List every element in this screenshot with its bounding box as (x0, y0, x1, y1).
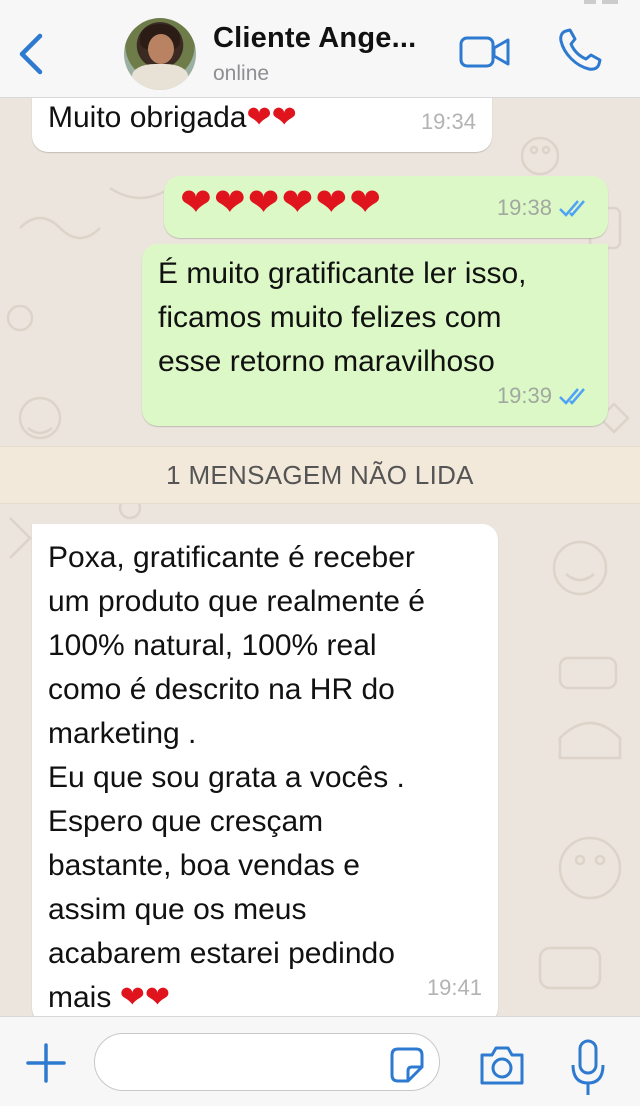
message-time: 19:34 (420, 109, 476, 134)
read-receipt-icon (559, 388, 585, 405)
contact-name[interactable]: Cliente Ange... (213, 22, 416, 55)
message-bubble-incoming[interactable]: Poxa, gratificante é receber um produto … (32, 524, 498, 1016)
voice-call-icon[interactable] (556, 26, 604, 74)
avatar-face (148, 34, 174, 64)
back-icon[interactable] (12, 28, 48, 80)
message-time: 19:39 (496, 383, 552, 408)
message-time: 19:38 (496, 195, 552, 220)
message-bubble-outgoing[interactable]: É muito gratificante ler isso, ficamos m… (142, 244, 608, 426)
unread-messages-banner: 1 MENSAGEM NÃO LIDA (0, 446, 640, 504)
contact-avatar[interactable] (124, 18, 196, 90)
message-text: Poxa, gratificante é receber um produto … (48, 541, 425, 1014)
status-bar-fragment (584, 0, 618, 4)
camera-icon[interactable] (478, 1043, 526, 1087)
message-meta: 19:39 (497, 374, 592, 418)
heart-emoji: ❤❤❤❤❤❤ (180, 180, 384, 224)
contact-status: online (213, 62, 270, 85)
plus-icon[interactable] (26, 1043, 66, 1083)
composer-bar (0, 1016, 640, 1106)
message-time: 19:41 (426, 975, 482, 1000)
video-call-icon[interactable] (458, 34, 512, 70)
read-receipt-icon (559, 200, 585, 217)
message-bubble-incoming[interactable]: Muito obrigada❤❤ 19:34 (32, 98, 492, 152)
sticker-icon[interactable] (386, 1045, 426, 1085)
message-meta: 19:38 (497, 186, 592, 230)
chat-area[interactable]: Muito obrigada❤❤ 19:34 ❤❤❤❤❤❤ 19:38 É mu… (0, 98, 640, 1016)
microphone-icon[interactable] (570, 1039, 606, 1099)
heart-emoji: ❤❤ (119, 980, 170, 1015)
avatar-shirt (132, 64, 188, 90)
message-text: É muito gratificante ler isso, ficamos m… (158, 257, 527, 378)
heart-emoji: ❤❤ (246, 100, 297, 135)
message-bubble-outgoing[interactable]: ❤❤❤❤❤❤ 19:38 (164, 176, 608, 238)
message-meta: 19:41 (427, 966, 482, 1010)
message-text: Muito obrigada (48, 101, 247, 134)
chat-header: Cliente Ange... online (0, 0, 640, 98)
message-meta: 19:34 (421, 100, 476, 144)
